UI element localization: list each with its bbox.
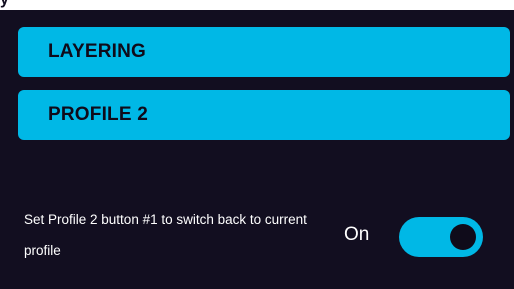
setting-description: Set Profile 2 button #1 to switch back t…: [24, 212, 307, 258]
cut-off-text: y: [0, 0, 30, 9]
switch-back-toggle[interactable]: [399, 217, 483, 257]
toggle-state-label: On: [344, 224, 370, 245]
profile-2-section-button[interactable]: PROFILE 2: [18, 90, 510, 140]
top-edge: y: [0, 0, 514, 10]
switch-back-setting-row: Set Profile 2 button #1 to switch back t…: [24, 204, 494, 274]
layering-section-button[interactable]: LAYERING: [18, 27, 510, 77]
toggle-knob: [450, 224, 476, 250]
